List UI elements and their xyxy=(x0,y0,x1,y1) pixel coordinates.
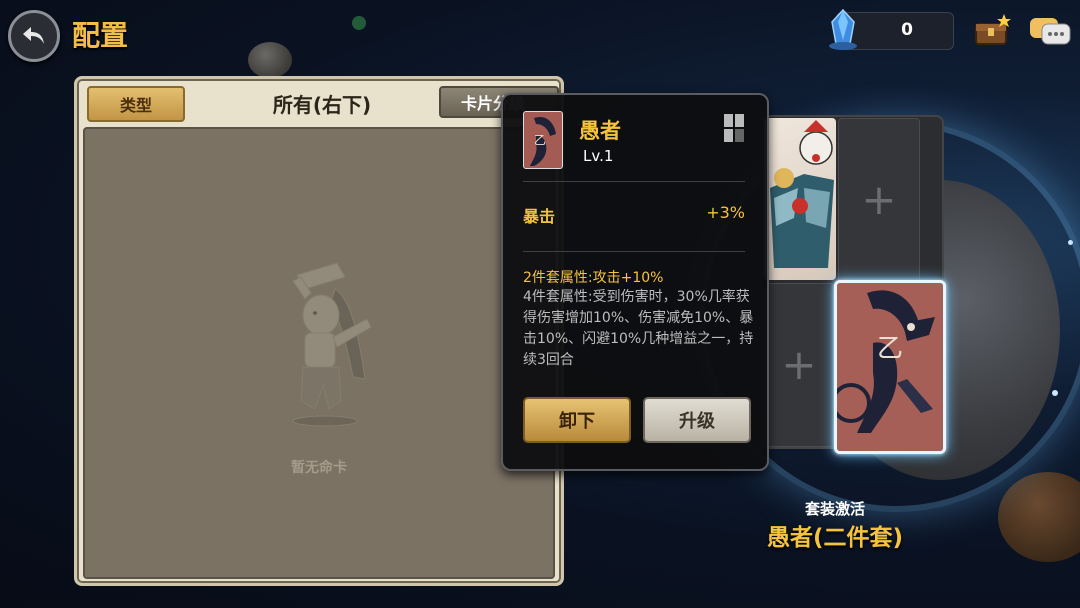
unequip-button[interactable]: 卸下 xyxy=(523,397,631,443)
crystal-icon xyxy=(829,8,857,50)
chat-bubble-icon[interactable] xyxy=(1028,16,1072,50)
set-activation: 套装激活 愚者(二件套) xyxy=(742,494,928,556)
add-card-icon: + xyxy=(781,340,817,389)
svg-text:乙: 乙 xyxy=(534,133,546,147)
green-planet xyxy=(352,16,366,30)
stat-name: 暴击 xyxy=(523,207,556,226)
back-button[interactable] xyxy=(8,10,60,62)
fool-card-thumbnail-art: 乙 xyxy=(530,116,556,166)
set-bonus-4: 4件套属性:受到伤害时，30%几率获得伤害增加10%、伤害减免10%、暴击10%… xyxy=(523,289,754,368)
divider xyxy=(523,251,745,252)
divider xyxy=(523,181,745,182)
upgrade-button[interactable]: 升级 xyxy=(643,397,751,443)
back-arrow-icon xyxy=(23,27,44,44)
filter-title: 所有(右下) xyxy=(272,93,372,117)
empty-card-slot[interactable]: + xyxy=(764,283,834,447)
currency-value: 0 xyxy=(901,20,913,40)
slot-grid-icon xyxy=(724,114,744,142)
card-detail-tooltip: 乙 愚者 Lv.1 暴击 +3% 2件套属性:攻击+10% 4件套属性:受到伤害… xyxy=(501,93,769,471)
empty-card-slot[interactable]: + xyxy=(838,118,920,282)
set-bonus-2: 2件套属性:攻击+10% xyxy=(523,270,664,286)
stat-value: +3% xyxy=(706,203,745,222)
card-thumbnail: 乙 xyxy=(523,111,563,169)
card-level: Lv.1 xyxy=(583,147,614,165)
card-list-area: 暂无命卡 xyxy=(83,127,555,579)
asteroid xyxy=(248,42,292,78)
set-activation-label: 套装激活 xyxy=(804,500,865,518)
card-name: 愚者 xyxy=(579,119,621,143)
empty-state-text: 暂无命卡 xyxy=(291,460,347,476)
selected-card-fool[interactable]: 乙 xyxy=(834,280,946,454)
clown-card-art xyxy=(770,120,834,268)
empty-character-illustration xyxy=(292,262,372,427)
asteroid xyxy=(998,472,1080,562)
card-inventory-panel: 类型 所有(右下) 卡片分级 暂无命卡 xyxy=(74,76,564,586)
type-button[interactable]: 类型 xyxy=(87,86,185,122)
equipped-card-clown[interactable] xyxy=(764,118,836,280)
svg-text:乙: 乙 xyxy=(877,334,903,364)
set-activation-name: 愚者(二件套) xyxy=(766,525,904,551)
panel-header: 类型 所有(右下) 卡片分级 xyxy=(77,79,561,125)
add-card-icon: + xyxy=(861,175,897,224)
page-title: 配置 xyxy=(72,19,129,52)
fool-card-art: 乙 xyxy=(837,283,943,451)
treasure-chest-icon[interactable] xyxy=(972,12,1012,48)
